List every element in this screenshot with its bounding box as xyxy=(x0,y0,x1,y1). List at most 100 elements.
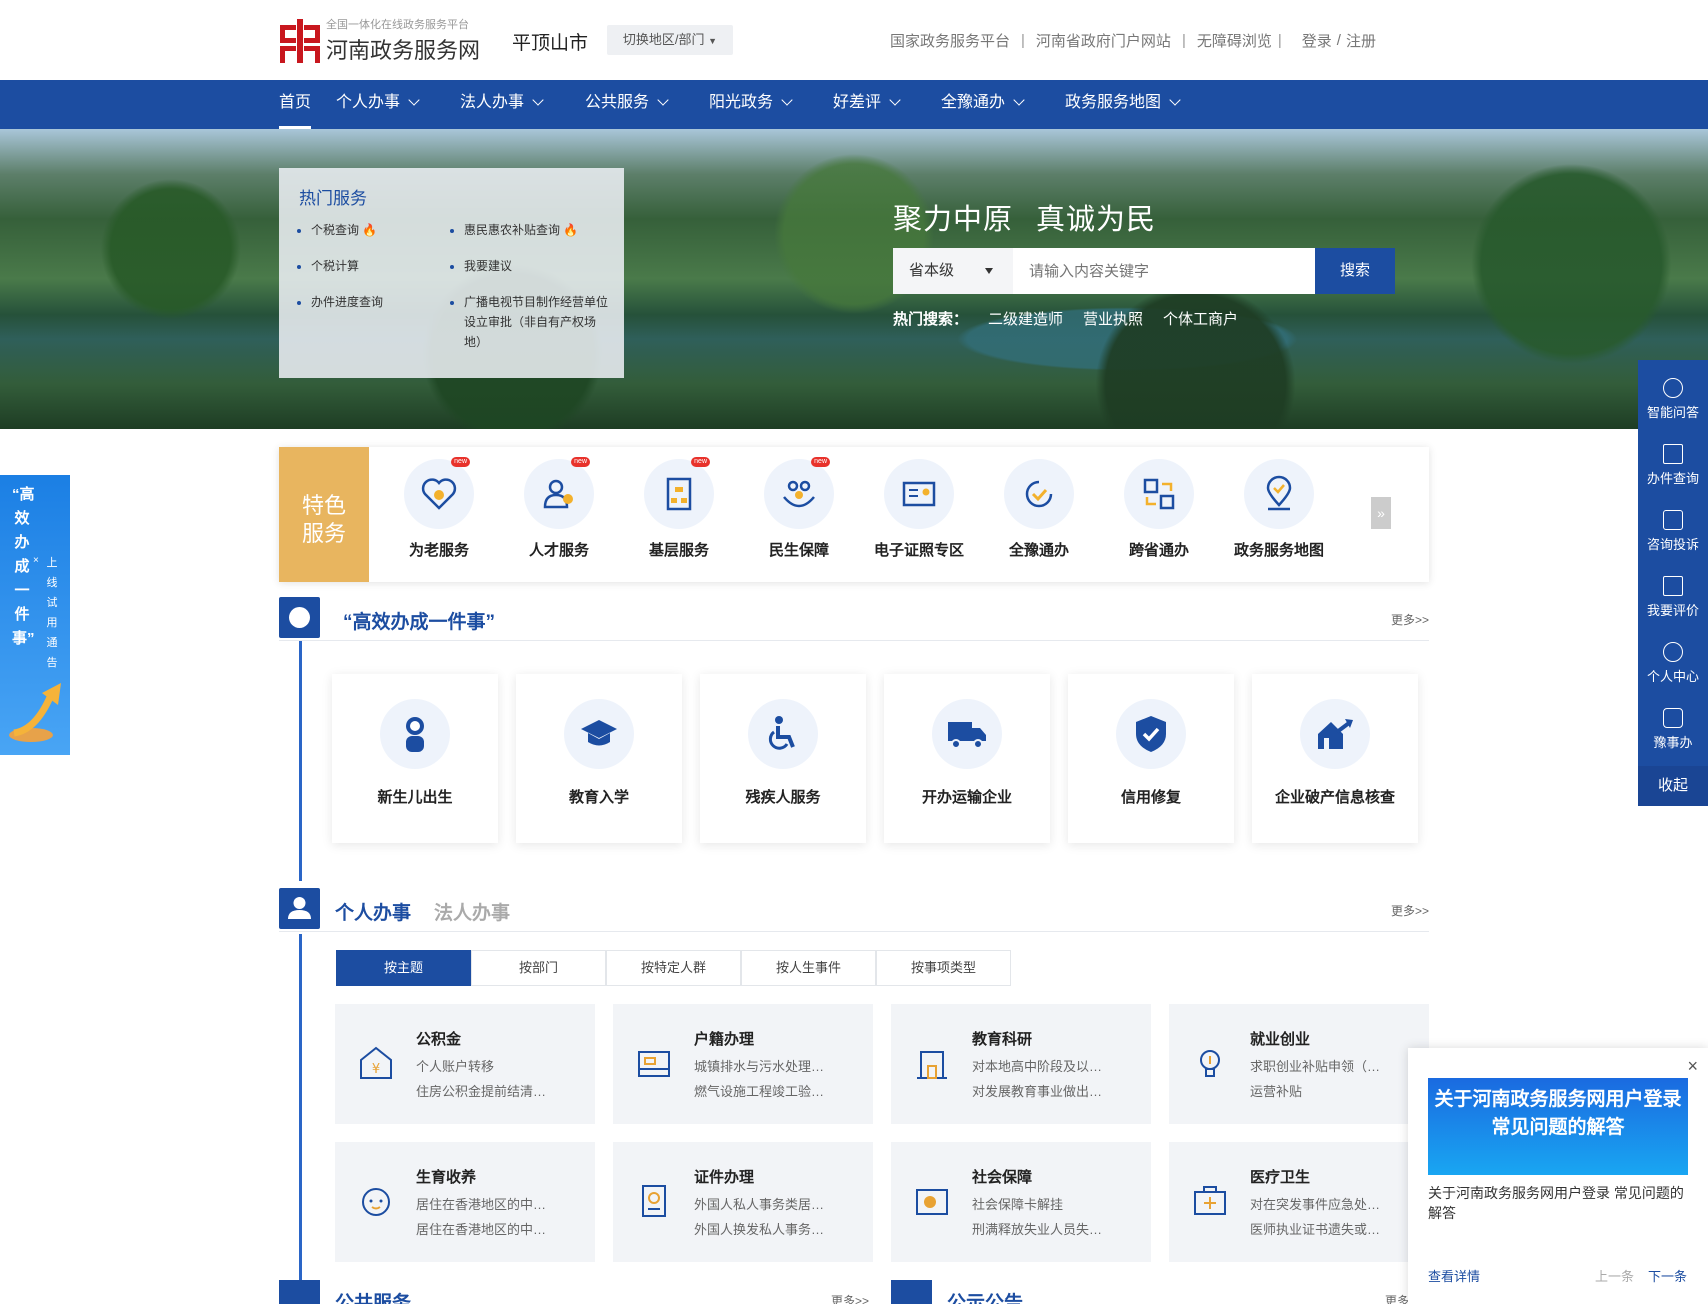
theme-item[interactable]: 居住在香港地区的中… xyxy=(416,1219,586,1238)
tab-by-department[interactable]: 按部门 xyxy=(471,950,606,986)
link-henan-portal[interactable]: 河南省政府门户网站 xyxy=(1036,30,1171,51)
tab-corporate-affairs[interactable]: 法人办事 xyxy=(434,898,510,925)
left-float-banner[interactable]: “高效办成一件事” × 上线试用通告 xyxy=(0,475,70,755)
feature-grassroots[interactable]: new 基层服务 xyxy=(619,457,739,560)
theme-item[interactable]: 对本地高中阶段及以… xyxy=(972,1056,1142,1075)
announcement-image[interactable]: 关于河南政务服务网用户登录常见问题的解答 xyxy=(1428,1078,1688,1175)
hot-item-subsidy-query[interactable]: 惠民惠农补贴查询 🔥 xyxy=(450,220,578,240)
hot-item-broadcast-approval[interactable]: 广播电视节目制作经营单位设立审批（非自有产权场地） xyxy=(450,292,610,352)
public-service-title[interactable]: 公共服务 xyxy=(335,1288,411,1304)
next-arrow-button[interactable]: » xyxy=(1371,497,1391,529)
nav-evaluation[interactable]: 好差评 xyxy=(833,80,901,129)
nav-public-service[interactable]: 公共服务 xyxy=(585,80,669,129)
hot-item-tax-calc[interactable]: 个税计算 xyxy=(297,256,359,276)
sidebar-personal-center[interactable]: 个人中心 xyxy=(1638,628,1708,694)
view-details-link[interactable]: 查看详情 xyxy=(1428,1266,1480,1285)
search-input[interactable] xyxy=(1013,248,1315,294)
theme-medical[interactable]: 医疗卫生 对在突发事件应急处… 医师执业证书遗失或… xyxy=(1169,1142,1429,1262)
hot-search-item[interactable]: 二级建造师 xyxy=(988,308,1063,329)
theme-item[interactable]: 外国人换发私人事务… xyxy=(694,1219,864,1238)
tab-by-group[interactable]: 按特定人群 xyxy=(606,950,741,986)
nav-home[interactable]: 首页 xyxy=(279,80,312,129)
efficient-transport-company[interactable]: 开办运输企业 xyxy=(884,674,1050,843)
feature-livelihood[interactable]: new 民生保障 xyxy=(739,457,859,560)
sidebar-smart-qa[interactable]: 智能问答 xyxy=(1638,364,1708,430)
tab-by-item-type[interactable]: 按事项类型 xyxy=(876,950,1011,986)
theme-item[interactable]: 居住在香港地区的中… xyxy=(416,1194,586,1213)
notice-more[interactable]: 更多 xyxy=(1385,1292,1409,1304)
nav-quanyu[interactable]: 全豫通办 xyxy=(941,80,1025,129)
theme-item[interactable]: 住房公积金提前结清… xyxy=(416,1081,586,1100)
hot-item-tax-query[interactable]: 个税查询 🔥 xyxy=(297,220,377,240)
theme-item[interactable]: 对在突发事件应急处… xyxy=(1250,1194,1420,1213)
theme-social-security[interactable]: 社会保障 社会保障卡解挂 刑满释放失业人员失… xyxy=(891,1142,1151,1262)
public-service-more[interactable]: 更多>> xyxy=(831,1292,869,1304)
nav-service-map[interactable]: 政务服务地图 xyxy=(1065,80,1181,129)
login-link[interactable]: 登录 xyxy=(1302,30,1332,51)
theme-item[interactable]: 城镇排水与污水处理… xyxy=(694,1056,864,1075)
link-accessibility[interactable]: 无障碍浏览 xyxy=(1197,30,1272,51)
efficient-label: 信用修复 xyxy=(1120,789,1181,806)
sidebar-label: 个人中心 xyxy=(1646,669,1699,684)
sidebar-evaluate[interactable]: 我要评价 xyxy=(1638,562,1708,628)
efficient-school-entry[interactable]: 教育入学 xyxy=(516,674,682,843)
notice-title[interactable]: 公示公告 xyxy=(947,1288,1023,1304)
feature-e-license[interactable]: 电子证照专区 xyxy=(859,459,979,560)
efficient-credit-repair[interactable]: 信用修复 xyxy=(1068,674,1234,843)
nav-corporate[interactable]: 法人办事 xyxy=(460,80,544,129)
efficient-bankruptcy-check[interactable]: 企业破产信息核查 xyxy=(1252,674,1418,843)
hot-item-progress-query[interactable]: 办件进度查询 xyxy=(297,292,383,312)
top-links: 国家政务服务平台 | 河南省政府门户网站 | 无障碍浏览 | 登录 / 注册 xyxy=(890,30,1376,51)
sidebar-consult[interactable]: 咨询投诉 xyxy=(1638,496,1708,562)
next-button[interactable]: 下一条 xyxy=(1648,1266,1687,1285)
site-logo[interactable]: 全国一体化在线政务服务平台 河南政务服务网 xyxy=(280,16,480,65)
theme-item[interactable]: 外国人私人事务类居… xyxy=(694,1194,864,1213)
theme-item[interactable]: 刑满释放失业人员失… xyxy=(972,1219,1142,1238)
theme-education[interactable]: 教育科研 对本地高中阶段及以… 对发展教育事业做出… xyxy=(891,1004,1151,1124)
register-link[interactable]: 注册 xyxy=(1346,30,1376,51)
hot-search-item[interactable]: 营业执照 xyxy=(1083,308,1143,329)
feature-talent[interactable]: new 人才服务 xyxy=(499,457,619,560)
tab-personal-affairs[interactable]: 个人办事 xyxy=(335,898,411,925)
theme-item[interactable]: 运营补贴 xyxy=(1250,1081,1420,1100)
prev-button[interactable]: 上一条 xyxy=(1595,1266,1634,1285)
theme-housing-fund[interactable]: ¥ 公积金 个人账户转移 住房公积金提前结清… xyxy=(335,1004,595,1124)
efficient-newborn[interactable]: 新生儿出生 xyxy=(332,674,498,843)
feature-cross-province[interactable]: 跨省通办 xyxy=(1099,459,1219,560)
tab-by-life-event[interactable]: 按人生事件 xyxy=(741,950,876,986)
personal-more-link[interactable]: 更多>> xyxy=(1391,902,1429,919)
switch-region-button[interactable]: 切换地区/部门 ▼ xyxy=(607,25,733,55)
search-level-select[interactable]: 省本级 xyxy=(893,248,1013,294)
close-icon[interactable]: × xyxy=(33,555,39,566)
close-icon[interactable]: × xyxy=(1687,1056,1698,1077)
link-national-platform[interactable]: 国家政务服务平台 xyxy=(890,30,1010,51)
announcement-text[interactable]: 关于河南政务服务网用户登录 常见问题的解答 xyxy=(1428,1183,1693,1223)
nav-personal[interactable]: 个人办事 xyxy=(336,80,420,129)
nav-sunshine-gov[interactable]: 阳光政务 xyxy=(709,80,793,129)
hot-item-suggestion[interactable]: 我要建议 xyxy=(450,256,512,276)
efficient-more-link[interactable]: 更多>> xyxy=(1391,611,1429,628)
theme-item[interactable]: 医师执业证书遗失或… xyxy=(1250,1219,1420,1238)
sidebar-yushiban[interactable]: 豫事办 xyxy=(1638,694,1708,760)
theme-employment[interactable]: 就业创业 求职创业补贴申领（… 运营补贴 xyxy=(1169,1004,1429,1124)
search-button[interactable]: 搜索 xyxy=(1315,248,1395,294)
efficient-disabled-service[interactable]: 残疾人服务 xyxy=(700,674,866,843)
feature-quanyu[interactable]: 全豫通办 xyxy=(979,459,1099,560)
theme-item[interactable]: 求职创业补贴申领（… xyxy=(1250,1056,1420,1075)
hot-search-item[interactable]: 个体工商户 xyxy=(1163,308,1238,329)
theme-item[interactable]: 对发展教育事业做出… xyxy=(972,1081,1142,1100)
heart-hand-icon xyxy=(421,478,457,510)
sidebar-collapse-button[interactable]: 收起 xyxy=(1638,766,1708,806)
theme-household-register[interactable]: 户籍办理 城镇排水与污水处理… 燃气设施工程竣工验… xyxy=(613,1004,873,1124)
feature-elderly[interactable]: new 为老服务 xyxy=(379,457,499,560)
theme-item[interactable]: 个人账户转移 xyxy=(416,1056,586,1075)
family-care-icon xyxy=(783,480,815,508)
theme-birth-adoption[interactable]: 生育收养 居住在香港地区的中… 居住在香港地区的中… xyxy=(335,1142,595,1262)
tab-by-theme[interactable]: 按主题 xyxy=(336,950,471,986)
theme-certificates[interactable]: 证件办理 外国人私人事务类居… 外国人换发私人事务… xyxy=(613,1142,873,1262)
page: 全国一体化在线政务服务平台 河南政务服务网 平顶山市 切换地区/部门 ▼ 国家政… xyxy=(0,0,1708,1304)
theme-item[interactable]: 社会保障卡解挂 xyxy=(972,1194,1142,1213)
sidebar-case-query[interactable]: 办件查询 xyxy=(1638,430,1708,496)
feature-service-map[interactable]: 政务服务地图 xyxy=(1219,459,1339,560)
theme-item[interactable]: 燃气设施工程竣工验… xyxy=(694,1081,864,1100)
